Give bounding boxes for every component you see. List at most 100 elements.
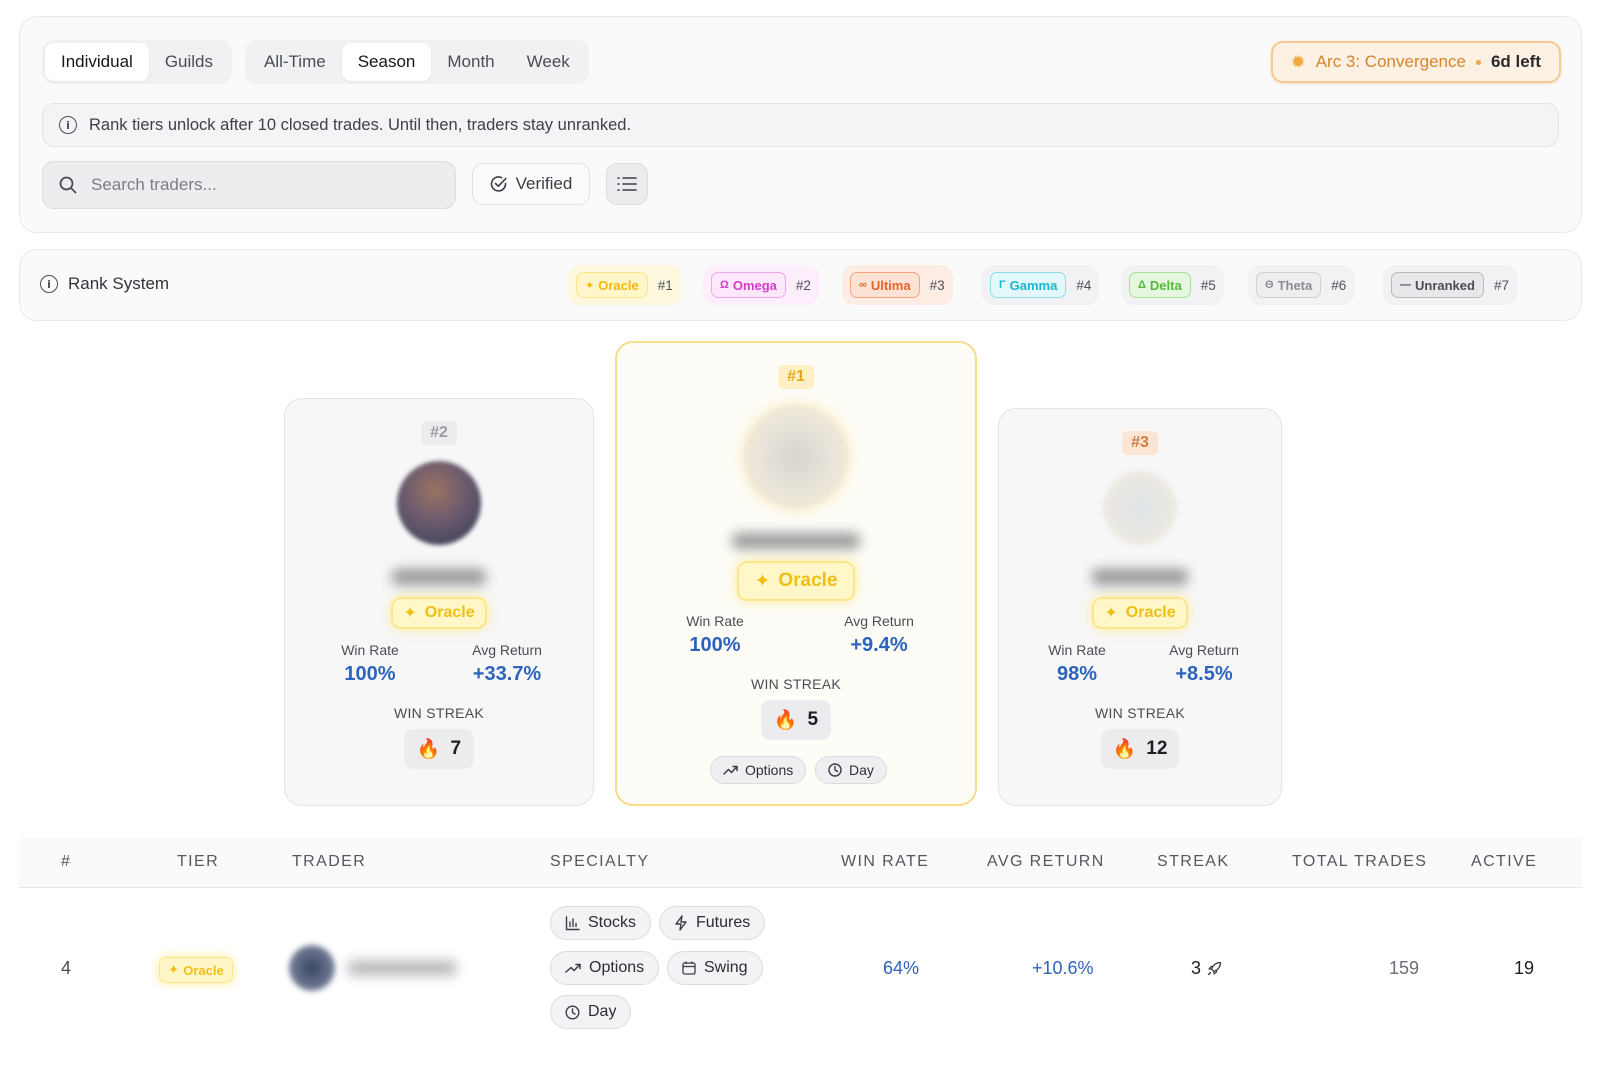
tab-all-time[interactable]: All-Time: [248, 43, 342, 81]
specialty-tag-stocks: Stocks: [550, 906, 652, 940]
rank-tag: #3: [1122, 431, 1158, 455]
win-streak-value: 🔥 7: [404, 729, 474, 769]
search-input[interactable]: [91, 175, 391, 195]
col-total-trades[interactable]: TOTAL TRADES: [1292, 853, 1427, 871]
trending-up-icon: [565, 963, 581, 973]
season-arc-badge[interactable]: ✹ Arc 3: Convergence 6d left: [1270, 41, 1561, 83]
tab-month[interactable]: Month: [431, 43, 510, 81]
tier-badge-oracle: ✦ Oracle: [1092, 597, 1188, 629]
win-rate-stat: Win Rate 98%: [1048, 642, 1106, 685]
tab-individual[interactable]: Individual: [45, 43, 149, 81]
col-win-rate[interactable]: WIN RATE: [841, 853, 929, 871]
trader-name-blurred[interactable]: [347, 961, 457, 975]
podium-card-2[interactable]: #2 ✦ Oracle Win Rate 100% Avg Return +33.…: [284, 398, 594, 806]
tier-glyph-icon: Θ: [1265, 279, 1274, 291]
podium-card-3[interactable]: #3 ✦ Oracle Win Rate 98% Avg Return +8.5%…: [998, 408, 1282, 806]
tier-badge-oracle: ✦ Oracle: [391, 597, 487, 629]
rank-notice: i Rank tiers unlock after 10 closed trad…: [42, 103, 1559, 147]
tier-chip-omega[interactable]: Ω Omega #2: [703, 265, 819, 305]
clock-icon: [828, 763, 842, 777]
avg-return-stat: Avg Return +9.4%: [844, 613, 914, 656]
verified-filter-button[interactable]: Verified: [472, 163, 590, 205]
tier-chip-ultima[interactable]: ∞ Ultima #3: [842, 265, 953, 305]
specialty-tag-day: Day: [815, 756, 887, 784]
tier-badge-omega: Ω Omega: [711, 272, 786, 298]
fire-icon: 🔥: [416, 739, 441, 760]
rank-system-title[interactable]: i Rank System: [40, 274, 169, 294]
col-streak[interactable]: STREAK: [1157, 853, 1229, 871]
specialty-tag-options: Options: [550, 951, 660, 985]
row-win-rate: 64%: [883, 958, 920, 978]
tier-chip-gamma[interactable]: Γ Gamma #4: [982, 265, 1100, 305]
win-streak-label: WIN STREAK: [750, 676, 842, 692]
period-toggle: All-Time Season Month Week: [245, 40, 589, 84]
tier-glyph-icon: —: [1400, 279, 1411, 291]
verified-label: Verified: [515, 174, 573, 193]
row-avg-return: +10.6%: [1032, 958, 1094, 978]
win-rate-stat: Win Rate 100%: [686, 613, 744, 656]
rank-system-label: Rank System: [68, 274, 170, 293]
specialty-tag-swing: Swing: [667, 951, 763, 985]
rank-system-panel: i Rank System ✦ Oracle #1 Ω Omega #2 ∞ Ultima #3…: [19, 249, 1582, 321]
tier-glyph-icon: Ω: [720, 279, 729, 291]
tier-badge-ultima: ∞ Ultima: [850, 272, 920, 298]
rocket-icon: [1207, 961, 1222, 976]
trader-name-blurred: [392, 569, 486, 585]
col-trader[interactable]: TRADER: [292, 853, 366, 871]
sparkle-icon: ✦: [403, 605, 417, 622]
info-icon: i: [40, 275, 58, 293]
win-streak-value: 🔥 5: [761, 700, 831, 740]
tier-chip-theta[interactable]: Θ Theta #6: [1248, 265, 1355, 305]
sparkle-icon: ✦: [1104, 605, 1118, 622]
tab-season[interactable]: Season: [341, 43, 432, 81]
rank-tag: #2: [421, 421, 457, 445]
tier-badge-theta: Θ Theta: [1256, 272, 1322, 298]
bolt-icon: [675, 915, 687, 931]
tier-rank: #3: [929, 277, 945, 293]
tier-chip-delta[interactable]: Δ Delta #5: [1121, 265, 1224, 305]
row-total-trades: 159: [1389, 958, 1420, 978]
tab-guilds[interactable]: Guilds: [149, 43, 229, 81]
filter-panel: Individual Guilds All-Time Season Month …: [19, 16, 1582, 233]
tier-rank: #7: [1493, 277, 1509, 293]
col-avg-return[interactable]: AVG RETURN: [987, 853, 1105, 871]
tier-rank: #4: [1076, 277, 1092, 293]
tier-badge-oracle: ✦ Oracle: [576, 272, 648, 298]
col-active[interactable]: ACTIVE: [1471, 853, 1537, 871]
avg-return-stat: Avg Return +33.7%: [472, 642, 542, 685]
list-icon: [617, 177, 637, 191]
table-header: # TIER TRADER SPECIALTY WIN RATE AVG RET…: [19, 838, 1582, 888]
view-toggle: Individual Guilds: [42, 40, 233, 84]
tier-glyph-icon: ∞: [859, 279, 867, 291]
tier-rank: #5: [1200, 277, 1216, 293]
podium-card-1[interactable]: #1 ✦ Oracle Win Rate 100% Avg Return +9.4…: [615, 341, 977, 806]
row-active: 19: [1514, 958, 1535, 978]
avatar: [744, 405, 848, 509]
col-specialty[interactable]: SPECIALTY: [550, 853, 649, 871]
tier-rank: #1: [657, 277, 673, 293]
tab-week[interactable]: Week: [511, 43, 586, 81]
tier-chip-oracle[interactable]: ✦ Oracle #1: [568, 265, 681, 305]
trending-up-icon: [723, 765, 738, 775]
notice-text: Rank tiers unlock after 10 closed trades…: [89, 115, 632, 134]
tier-badge-oracle: ✦ Oracle: [737, 561, 855, 601]
avatar: [289, 945, 335, 991]
calendar-icon: [682, 961, 696, 975]
search-icon: [59, 176, 77, 194]
tier-glyph-icon: ✦: [585, 279, 595, 292]
fire-icon: 🔥: [773, 710, 798, 731]
win-streak-value: 🔥 12: [1101, 729, 1179, 769]
sparkle-icon: ✦: [754, 570, 771, 592]
search-box: [42, 161, 456, 209]
trader-name-blurred: [732, 533, 860, 549]
tier-glyph-icon: Γ: [999, 279, 1006, 291]
col-tier[interactable]: TIER: [177, 853, 219, 871]
table-row[interactable]: 4 ✦ Oracle Stocks Futures Options Swing D…: [19, 889, 1582, 1067]
win-streak-label: WIN STREAK: [1094, 705, 1186, 721]
sun-icon: ✹: [1290, 51, 1306, 72]
separator-dot: [1475, 59, 1481, 65]
list-view-button[interactable]: [606, 163, 648, 205]
specialty-tag-futures: Futures: [659, 906, 766, 940]
tier-chip-unranked[interactable]: — Unranked #7: [1383, 265, 1517, 305]
col-rank[interactable]: #: [61, 853, 71, 871]
